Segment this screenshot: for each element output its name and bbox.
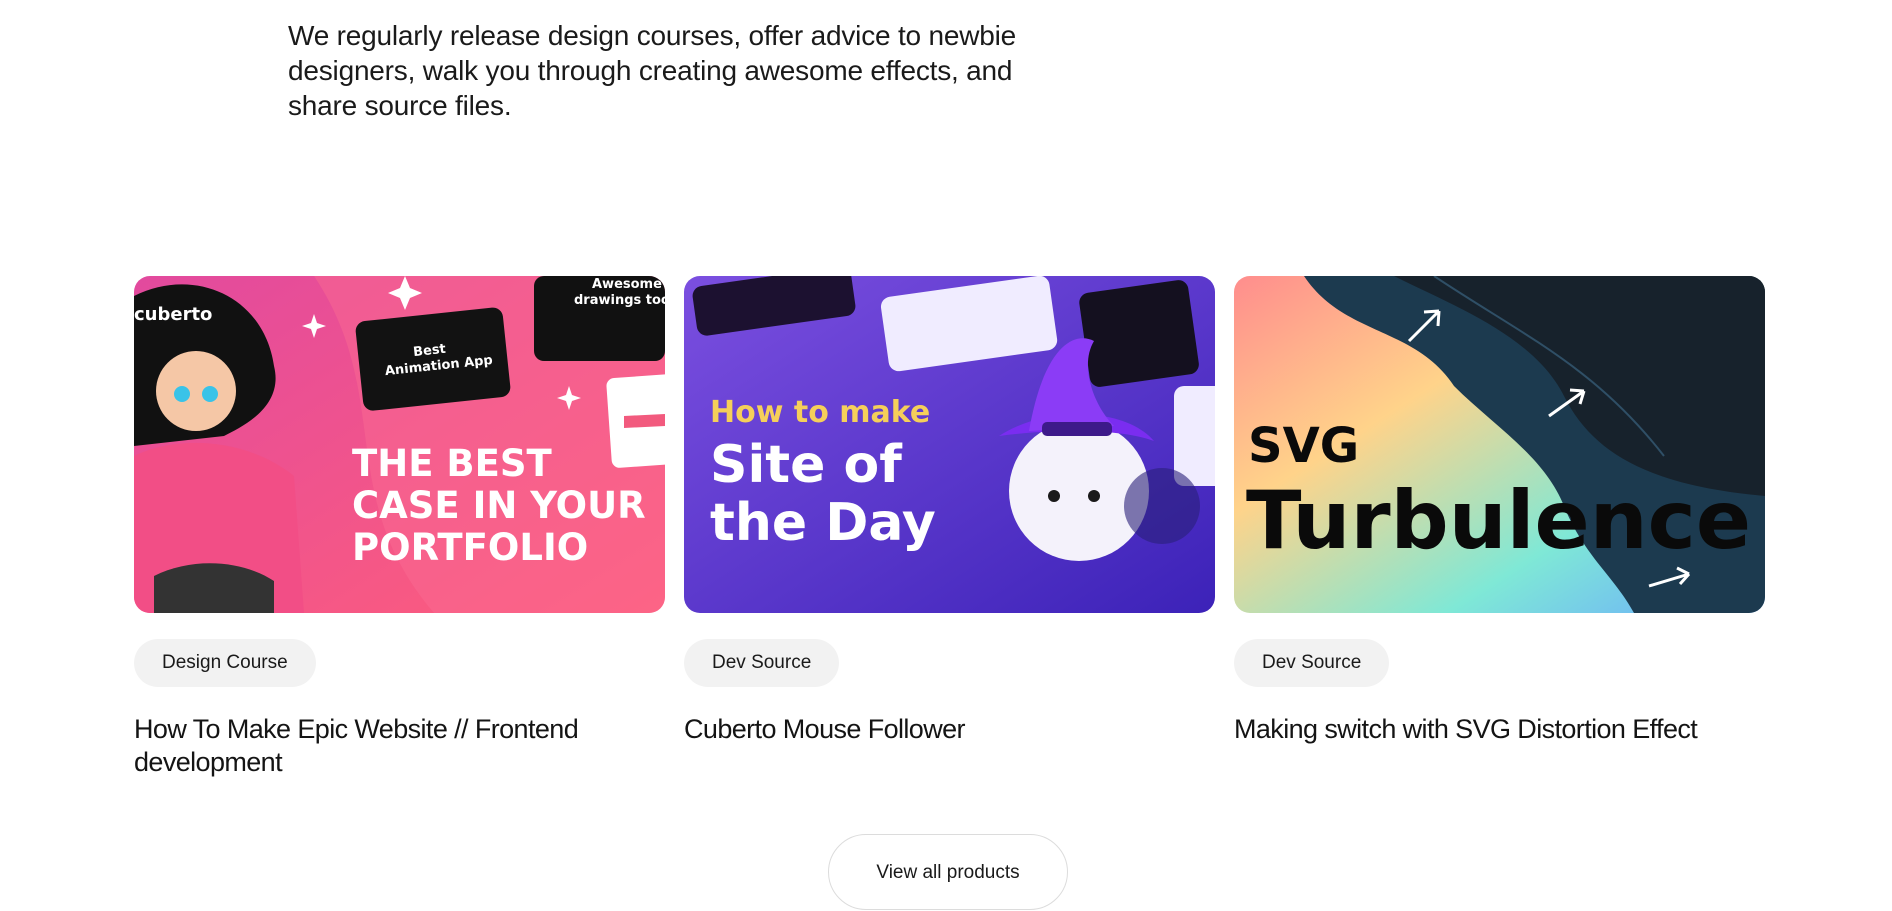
card-title[interactable]: How To Make Epic Website // Frontend dev… [134, 713, 665, 779]
thumb-headline-line1: THE BEST [352, 442, 552, 485]
card-thumbnail[interactable]: SVG Turbulence [1234, 276, 1765, 613]
thumb-headline-line3: PORTFOLIO [352, 526, 588, 569]
thumb-brand: cuberto [134, 304, 212, 325]
thumb-headline-line2: the Day [710, 493, 936, 553]
card-thumbnail[interactable]: cuberto Best Animation App Awesome drawi… [134, 276, 665, 613]
thumb-mock-tools-line2: drawings tools [574, 293, 665, 308]
thumb-headline-line1: Site of [710, 435, 903, 495]
thumb-headline-line2: CASE IN YOUR [352, 484, 646, 527]
product-card[interactable]: SVG Turbulence Dev Source Making switch … [1234, 276, 1765, 746]
thumbnail-illustration-case: cuberto Best Animation App Awesome drawi… [134, 276, 665, 613]
card-title[interactable]: Making switch with SVG Distortion Effect [1234, 713, 1765, 746]
card-tag[interactable]: Dev Source [684, 639, 840, 687]
card-thumbnail[interactable]: How to make Site of the Day [684, 276, 1215, 613]
card-tag[interactable]: Dev Source [1234, 639, 1390, 687]
view-all-products-button[interactable]: View all products [828, 834, 1068, 910]
thumb-mock-tools-line1: Awesome [592, 277, 662, 292]
thumbnail-illustration-site-of-the-day: How to make Site of the Day [684, 276, 1215, 613]
product-card[interactable]: How to make Site of the Day Dev Source C… [684, 276, 1215, 746]
intro-text: We regularly release design courses, off… [288, 20, 1017, 121]
thumb-headline-small: SVG [1248, 418, 1359, 474]
product-card[interactable]: cuberto Best Animation App Awesome drawi… [134, 276, 665, 779]
thumb-headline-large: Turbulence [1246, 474, 1751, 567]
thumb-kicker: How to make [710, 395, 930, 430]
card-title[interactable]: Cuberto Mouse Follower [684, 713, 1215, 746]
thumbnail-illustration-svg-turbulence: SVG Turbulence [1234, 276, 1765, 613]
card-tag[interactable]: Design Course [134, 639, 316, 687]
